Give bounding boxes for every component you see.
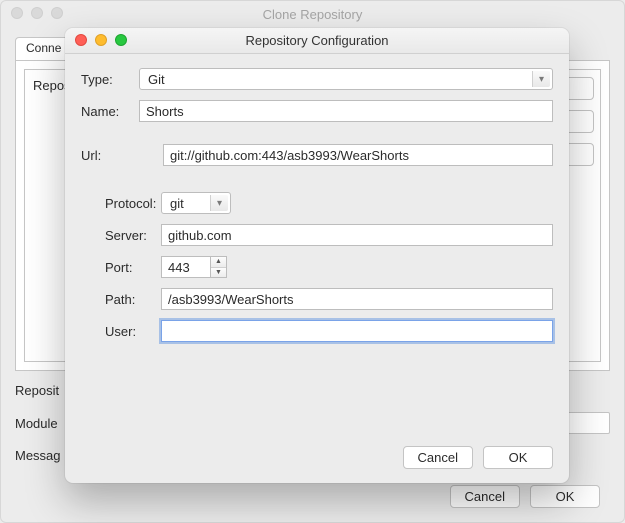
- user-field[interactable]: [161, 320, 553, 342]
- zoom-icon[interactable]: [51, 7, 63, 19]
- protocol-label: Protocol:: [105, 196, 161, 211]
- close-icon[interactable]: [11, 7, 23, 19]
- minimize-icon[interactable]: [31, 7, 43, 19]
- stepper-up-icon[interactable]: ▲: [211, 257, 226, 268]
- repo-name-label: Reposit: [15, 383, 59, 398]
- type-select-value: Git: [148, 72, 165, 87]
- path-label: Path:: [105, 292, 161, 307]
- modal-footer: Cancel OK: [403, 446, 553, 469]
- port-label: Port:: [105, 260, 161, 275]
- outer-footer: Cancel OK: [450, 485, 600, 508]
- url-field[interactable]: [163, 144, 553, 166]
- minimize-icon[interactable]: [95, 34, 107, 46]
- stepper-down-icon[interactable]: ▼: [211, 268, 226, 278]
- user-label: User:: [105, 324, 161, 339]
- tab-connection[interactable]: Conne: [15, 37, 72, 60]
- type-select[interactable]: Git ▾: [139, 68, 553, 90]
- path-field[interactable]: [161, 288, 553, 310]
- modal-ok-button[interactable]: OK: [483, 446, 553, 469]
- outer-window-title: Clone Repository: [263, 7, 363, 22]
- zoom-icon[interactable]: [115, 34, 127, 46]
- server-label: Server:: [105, 228, 161, 243]
- port-field[interactable]: [161, 256, 211, 278]
- outer-traffic-lights: [11, 7, 63, 19]
- type-label: Type:: [81, 72, 139, 87]
- name-label: Name:: [81, 104, 139, 119]
- message-label: Messag: [15, 448, 61, 463]
- port-stepper[interactable]: ▲ ▼: [211, 256, 227, 278]
- chevron-down-icon: ▾: [210, 195, 228, 211]
- chevron-down-icon: ▾: [532, 71, 550, 87]
- server-field[interactable]: [161, 224, 553, 246]
- close-icon[interactable]: [75, 34, 87, 46]
- repo-config-dialog: Repository Configuration Type: Git ▾ Nam…: [65, 28, 569, 483]
- url-label: Url:: [81, 148, 139, 163]
- outer-titlebar: Clone Repository: [1, 1, 624, 27]
- outer-cancel-button[interactable]: Cancel: [450, 485, 520, 508]
- outer-ok-button[interactable]: OK: [530, 485, 600, 508]
- protocol-select[interactable]: git ▾: [161, 192, 231, 214]
- modal-title: Repository Configuration: [245, 33, 388, 48]
- modal-cancel-button[interactable]: Cancel: [403, 446, 473, 469]
- modal-traffic-lights: [75, 34, 127, 46]
- module-label: Module: [15, 416, 58, 431]
- protocol-select-value: git: [170, 196, 184, 211]
- modal-titlebar: Repository Configuration: [65, 28, 569, 54]
- name-field[interactable]: [139, 100, 553, 122]
